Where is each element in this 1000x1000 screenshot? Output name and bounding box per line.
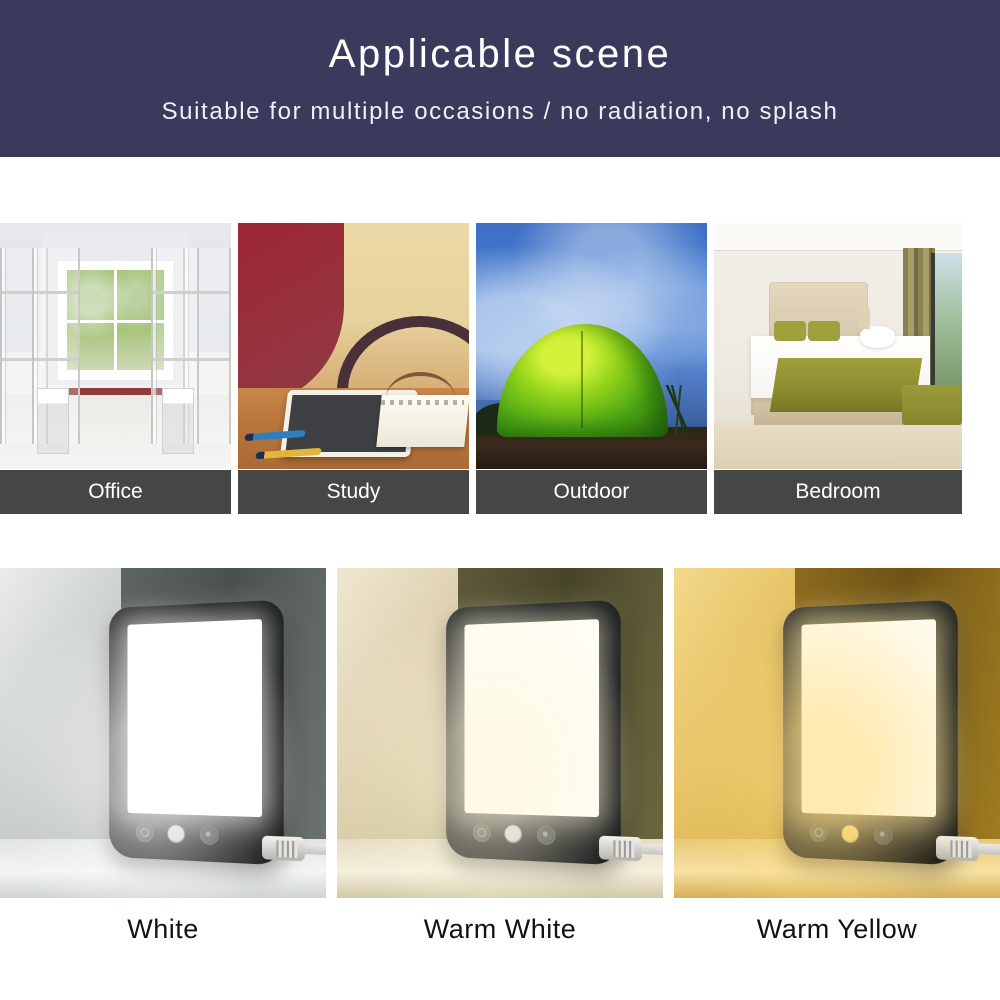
study-notebook-spiral: [381, 400, 464, 405]
bedroom-pillow: [774, 321, 806, 341]
bedroom-floor: [714, 422, 962, 469]
power-button-icon[interactable]: [473, 823, 491, 842]
page-title: Applicable scene: [329, 34, 671, 74]
scene-image-outdoor: [476, 223, 707, 469]
lamp-light-panel: [465, 619, 600, 817]
lamp-light-panel: [802, 619, 937, 817]
header-banner: Applicable scene Suitable for multiple o…: [0, 0, 1000, 157]
bedroom-folded-towels: [860, 326, 895, 348]
cable-plug: [936, 836, 979, 862]
wall-left: [0, 568, 121, 845]
power-button-icon[interactable]: [136, 823, 154, 842]
lamp-light-panel: [128, 619, 263, 817]
product-image-warm-yellow[interactable]: [674, 568, 1000, 898]
light-therapy-lamp[interactable]: [783, 600, 958, 866]
scene-label-outdoor: Outdoor: [476, 470, 707, 514]
scene-image-study: [238, 223, 469, 469]
usb-power-cable: [599, 836, 663, 863]
scene-label-office: Office: [0, 470, 231, 514]
product-variant-gallery: [0, 568, 1000, 898]
page-subtitle: Suitable for multiple occasions / no rad…: [162, 100, 839, 124]
usb-power-cable: [262, 836, 326, 863]
lamp-control-buttons[interactable]: [136, 816, 219, 852]
scene-gallery: Office Study Outdoor Bedroom: [0, 223, 1000, 514]
cable-plug: [599, 836, 642, 862]
office-desk: [162, 388, 194, 454]
scene-label-study: Study: [238, 470, 469, 514]
study-red-wall: [238, 223, 344, 405]
variant-caption-row: White Warm White Warm Yellow: [0, 898, 1000, 1000]
variant-label-white: White: [127, 914, 199, 945]
bedroom-bench: [902, 385, 962, 424]
scene-label-bedroom: Bedroom: [714, 470, 962, 514]
power-button-icon[interactable]: [810, 823, 828, 842]
brightness-button-icon[interactable]: [505, 824, 523, 844]
color-mode-button-icon[interactable]: [537, 825, 556, 845]
color-mode-button-icon[interactable]: [874, 825, 893, 845]
scene-card-bedroom[interactable]: Bedroom: [714, 223, 962, 514]
cable-plug: [262, 836, 305, 862]
scene-image-bedroom: [714, 223, 962, 469]
scene-card-study[interactable]: Study: [238, 223, 469, 514]
tent-seam: [581, 331, 583, 428]
product-image-white[interactable]: [0, 568, 326, 898]
wall-left: [674, 568, 795, 845]
product-image-warm-white[interactable]: [337, 568, 663, 898]
office-window-mullion: [67, 320, 165, 323]
lamp-control-buttons[interactable]: [473, 816, 556, 852]
variant-caption-warm-white: Warm White: [337, 898, 663, 1000]
bedroom-window: [931, 253, 962, 406]
brightness-button-icon[interactable]: [168, 824, 186, 844]
lamp-control-buttons[interactable]: [810, 816, 893, 852]
variant-caption-white: White: [0, 898, 326, 1000]
brightness-button-icon[interactable]: [842, 824, 860, 844]
wall-left: [337, 568, 458, 845]
bedroom-bed-runner: [769, 358, 921, 412]
office-desk: [37, 388, 69, 454]
scene-card-office[interactable]: Office: [0, 223, 231, 514]
color-mode-button-icon[interactable]: [200, 825, 219, 845]
scene-image-office: [0, 223, 231, 469]
light-therapy-lamp[interactable]: [109, 600, 284, 866]
outdoor-grass: [656, 385, 702, 434]
variant-label-warm-white: Warm White: [424, 914, 577, 945]
usb-power-cable: [936, 836, 1000, 863]
variant-label-warm-yellow: Warm Yellow: [757, 914, 918, 945]
bedroom-table-lamp: [858, 307, 870, 329]
scene-card-outdoor[interactable]: Outdoor: [476, 223, 707, 514]
bedroom-pillow: [808, 321, 840, 341]
light-therapy-lamp[interactable]: [446, 600, 621, 866]
variant-caption-warm-yellow: Warm Yellow: [674, 898, 1000, 1000]
